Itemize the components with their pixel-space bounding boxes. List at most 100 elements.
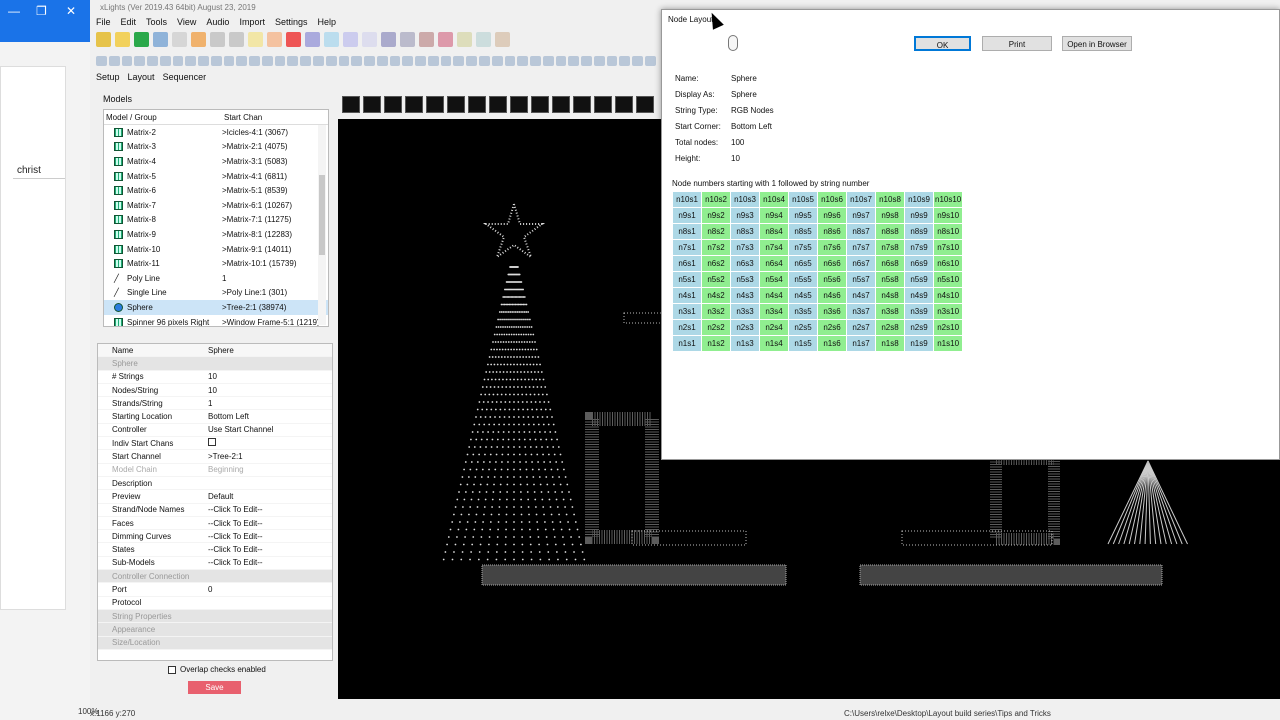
toolbar-button[interactable] — [343, 32, 358, 47]
layout-tool-button[interactable] — [384, 96, 402, 113]
tree-row[interactable]: Matrix-3 >Matrix-2:1 (4075) — [104, 140, 328, 155]
effect-button[interactable] — [568, 56, 580, 66]
toolbar-button[interactable] — [457, 32, 472, 47]
layout-tool-button[interactable] — [636, 96, 654, 113]
tree-scroll-thumb[interactable] — [319, 175, 325, 255]
layout-tool-button[interactable] — [531, 96, 549, 113]
prop-value[interactable]: --Click To Edit-- — [208, 519, 328, 528]
effect-button[interactable] — [108, 56, 120, 66]
prop-row[interactable]: Start Channel >Tree-2:1 — [98, 450, 332, 464]
prop-row[interactable]: Indiv Start Chans — [98, 437, 332, 451]
ok-button[interactable]: OK — [914, 36, 971, 51]
prop-row[interactable]: Protocol — [98, 597, 332, 610]
effect-button[interactable] — [478, 56, 490, 66]
effect-button[interactable] — [351, 56, 363, 66]
effect-button[interactable] — [415, 56, 426, 66]
menu-file[interactable]: File — [96, 17, 111, 30]
prop-row[interactable]: Controller Use Start Channel — [98, 424, 332, 438]
effect-button[interactable] — [593, 56, 605, 66]
restore-icon[interactable]: ❐ — [36, 4, 47, 18]
layout-tool-button[interactable] — [552, 96, 570, 113]
effect-button[interactable] — [619, 56, 631, 66]
effect-button[interactable] — [338, 56, 350, 66]
toolbar-button[interactable] — [96, 32, 111, 47]
prop-row[interactable]: Sub-Models --Click To Edit-- — [98, 557, 332, 571]
effect-button[interactable] — [632, 56, 643, 66]
toolbar-button[interactable] — [267, 32, 282, 47]
model-tree[interactable]: Model / Group Start Chan Matrix-2 >Icicle… — [103, 109, 329, 327]
prop-checkbox-cell[interactable] — [208, 438, 328, 448]
effect-button[interactable] — [159, 56, 171, 66]
effect-button[interactable] — [261, 56, 273, 66]
prop-value[interactable]: Beginning — [208, 465, 328, 474]
background-tab[interactable]: christ — [13, 165, 65, 179]
open-in-browser-button[interactable]: Open in Browser — [1062, 36, 1132, 51]
tree-col-model[interactable]: Model / Group — [106, 113, 224, 124]
effect-button[interactable] — [364, 56, 375, 66]
effect-button[interactable] — [198, 56, 209, 66]
prop-row[interactable]: Faces --Click To Edit-- — [98, 517, 332, 531]
toolbar-button[interactable] — [210, 32, 225, 47]
effect-button[interactable] — [542, 56, 554, 66]
toolbar-button[interactable] — [153, 32, 168, 47]
tree-row[interactable]: Matrix-11 >Matrix-10:1 (15739) — [104, 256, 328, 271]
property-grid[interactable]: Name Sphere Sphere # Strings 10 Nodes/Strin… — [97, 343, 333, 661]
layout-tool-button[interactable] — [489, 96, 507, 113]
effect-button[interactable] — [466, 56, 477, 66]
tree-row[interactable]: Matrix-4 >Matrix-3:1 (5083) — [104, 154, 328, 169]
toolbar-button[interactable] — [229, 32, 244, 47]
toolbar-button[interactable] — [438, 32, 453, 47]
prop-row[interactable]: Model Chain Beginning — [98, 464, 332, 477]
toolbar-button[interactable] — [248, 32, 263, 47]
prop-value[interactable]: --Click To Edit-- — [208, 545, 328, 554]
prop-value[interactable]: Default — [208, 492, 328, 501]
menu-audio[interactable]: Audio — [206, 17, 229, 30]
effect-button[interactable] — [530, 56, 541, 66]
prop-value[interactable]: 10 — [208, 372, 328, 381]
prop-row[interactable]: Dimming Curves --Click To Edit-- — [98, 530, 332, 544]
layout-tool-button[interactable] — [342, 96, 360, 113]
effect-button[interactable] — [581, 56, 592, 66]
tree-row[interactable]: Matrix-8 >Matrix-7:1 (11275) — [104, 213, 328, 228]
effect-button[interactable] — [287, 56, 299, 66]
layout-tool-button[interactable] — [426, 96, 444, 113]
tree-row[interactable]: Matrix-9 >Matrix-8:1 (12283) — [104, 227, 328, 242]
toolbar-button[interactable] — [419, 32, 434, 47]
toolbar-button[interactable] — [381, 32, 396, 47]
effect-button[interactable] — [274, 56, 286, 66]
effect-button[interactable] — [427, 56, 439, 66]
print-button[interactable]: Print — [982, 36, 1052, 51]
indiv-start-chans-checkbox[interactable] — [208, 438, 216, 447]
effect-button[interactable] — [504, 56, 516, 66]
tree-scrollbar[interactable] — [318, 125, 326, 325]
effect-button[interactable] — [491, 56, 503, 66]
toolbar-button[interactable] — [172, 32, 187, 47]
overlap-checks[interactable]: Overlap checks enabled — [168, 665, 266, 674]
toolbar-button[interactable] — [324, 32, 339, 47]
effect-button[interactable] — [517, 56, 529, 66]
effect-button[interactable] — [172, 56, 184, 66]
layout-tool-button[interactable] — [363, 96, 381, 113]
effect-button[interactable] — [223, 56, 235, 66]
prop-row[interactable]: Strands/String 1 — [98, 397, 332, 411]
effect-button[interactable] — [249, 56, 260, 66]
toolbar-button[interactable] — [286, 32, 301, 47]
layout-tool-button[interactable] — [405, 96, 423, 113]
prop-value[interactable]: 1 — [208, 399, 328, 408]
menu-tools[interactable]: Tools — [146, 17, 167, 30]
effect-button[interactable] — [236, 56, 248, 66]
toolbar-button[interactable] — [134, 32, 149, 47]
minimize-icon[interactable]: — — [8, 4, 20, 18]
effect-button[interactable] — [453, 56, 465, 66]
effect-button[interactable] — [440, 56, 452, 66]
layout-tool-button[interactable] — [573, 96, 591, 113]
menu-settings[interactable]: Settings — [275, 17, 308, 30]
layout-tool-button[interactable] — [594, 96, 612, 113]
effect-button[interactable] — [325, 56, 337, 66]
prop-value[interactable]: Bottom Left — [208, 412, 328, 421]
prop-row[interactable]: Strand/Node Names --Click To Edit-- — [98, 504, 332, 517]
prop-value[interactable]: Sphere — [208, 346, 328, 355]
prop-value[interactable]: Use Start Channel — [208, 425, 328, 434]
effect-button[interactable] — [376, 56, 388, 66]
effect-button[interactable] — [300, 56, 312, 66]
